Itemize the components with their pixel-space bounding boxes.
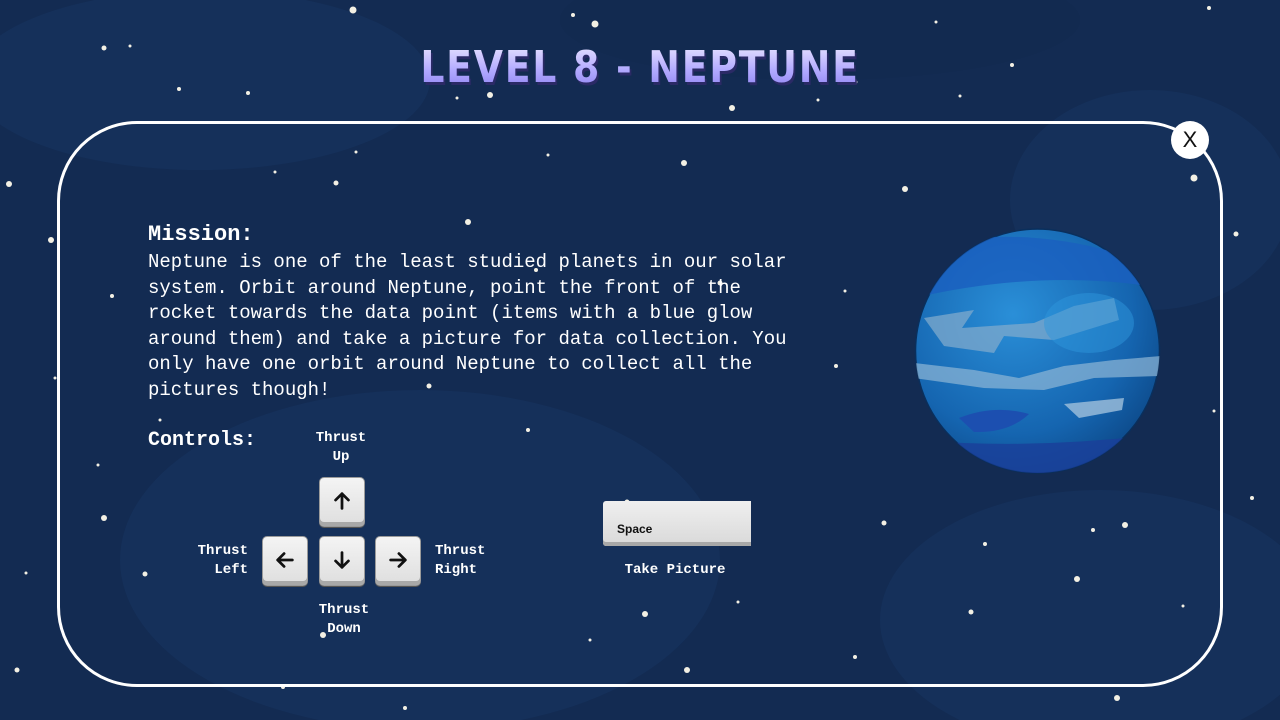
star bbox=[1250, 496, 1254, 500]
left-arrow-key[interactable] bbox=[262, 536, 308, 586]
space-key-label: Space bbox=[617, 522, 653, 536]
mission-heading: Mission: bbox=[148, 222, 254, 247]
star bbox=[816, 98, 820, 102]
right-arrow-key[interactable] bbox=[375, 536, 421, 586]
arrow-right-icon bbox=[389, 551, 407, 568]
star bbox=[591, 20, 599, 28]
down-arrow-key[interactable] bbox=[319, 536, 365, 586]
star bbox=[1114, 695, 1120, 701]
star bbox=[571, 13, 575, 17]
star bbox=[455, 96, 459, 100]
star bbox=[403, 706, 407, 710]
close-button[interactable]: X bbox=[1171, 121, 1209, 159]
star bbox=[729, 105, 735, 111]
thrust-up-label: Thrust Up bbox=[315, 430, 367, 465]
thrust-down-label: Thrust Down bbox=[318, 602, 370, 637]
star bbox=[1233, 231, 1239, 237]
star bbox=[24, 571, 28, 575]
mission-description: Neptune is one of the least studied plan… bbox=[148, 251, 787, 401]
star bbox=[14, 667, 20, 673]
star bbox=[958, 94, 962, 98]
thrust-right-label: Thrust Right bbox=[435, 543, 486, 578]
arrow-down-icon bbox=[334, 550, 350, 569]
thrust-left-label: Thrust Left bbox=[197, 543, 248, 578]
star bbox=[349, 6, 357, 14]
star bbox=[48, 237, 54, 243]
space-key[interactable]: Space bbox=[603, 501, 751, 546]
star bbox=[934, 20, 938, 24]
neptune-planet-image bbox=[914, 228, 1161, 474]
arrow-up-icon bbox=[334, 491, 350, 510]
controls-heading: Controls: bbox=[148, 429, 257, 452]
arrow-left-icon bbox=[276, 551, 294, 568]
star bbox=[1207, 6, 1211, 10]
take-picture-label: Take Picture bbox=[624, 562, 726, 578]
level-title: LEVEL 8 - NEPTUNE bbox=[90, 42, 1191, 93]
up-arrow-key[interactable] bbox=[319, 477, 365, 527]
star bbox=[6, 181, 12, 187]
